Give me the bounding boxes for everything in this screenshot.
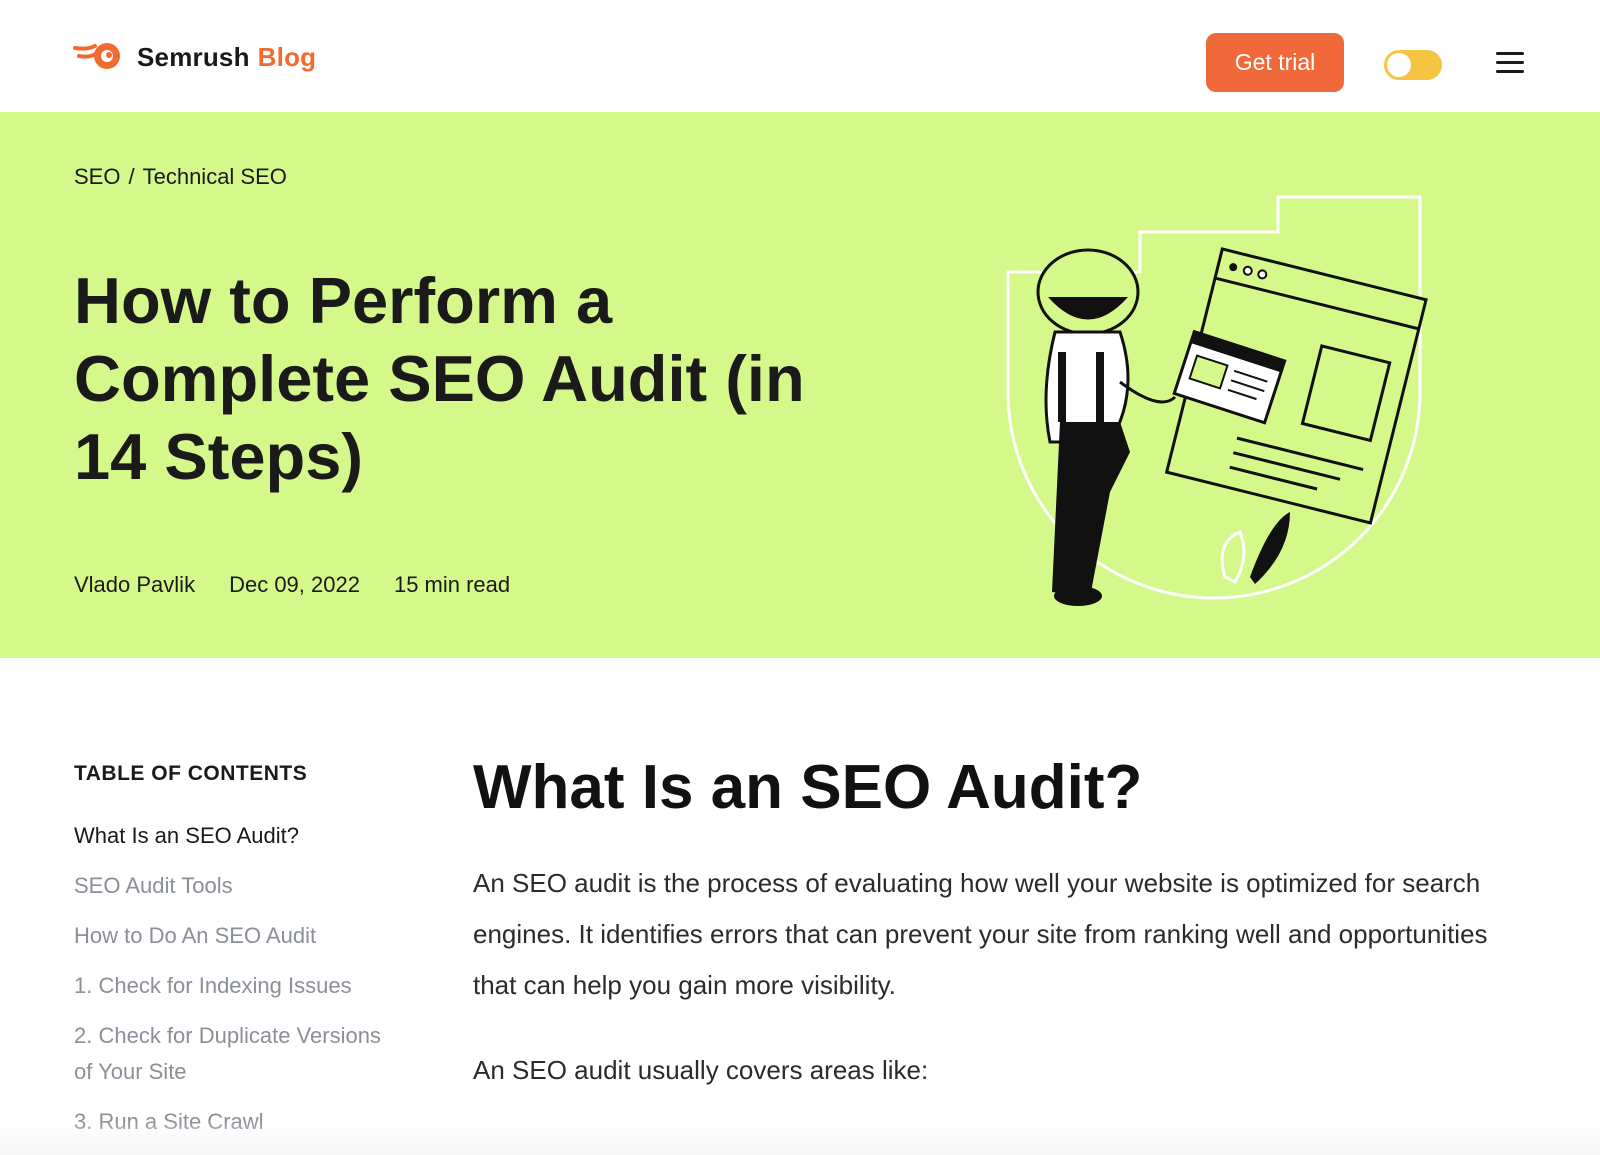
- breadcrumb: SEO / Technical SEO: [74, 164, 287, 190]
- page-title: How to Perform a Complete SEO Audit (in …: [74, 264, 805, 493]
- toggle-knob: [1387, 53, 1411, 77]
- author-name[interactable]: Vlado Pavlik: [74, 572, 195, 598]
- section-heading: What Is an SEO Audit?: [473, 753, 1143, 822]
- article-meta: Vlado Pavlik Dec 09, 2022 15 min read: [74, 572, 544, 598]
- toc-item-how-to-do[interactable]: How to Do An SEO Audit: [74, 918, 404, 954]
- article-body: What Is an SEO Audit? An SEO audit is th…: [473, 748, 1533, 1130]
- semrush-logo-icon: [73, 43, 120, 69]
- toc-title: TABLE OF CONTENTS: [74, 762, 308, 785]
- paragraph-definition: An SEO audit is the process of evaluatin…: [473, 868, 1488, 1000]
- toc-item-what-is-seo-audit[interactable]: What Is an SEO Audit?: [74, 818, 404, 854]
- bottom-fade: [0, 1120, 1600, 1155]
- hero-banner: SEO / Technical SEO How to Perform a Com…: [0, 112, 1600, 658]
- theme-toggle[interactable]: [1384, 50, 1442, 80]
- breadcrumb-technical-seo[interactable]: Technical SEO: [143, 164, 287, 190]
- toc-item-duplicate-versions[interactable]: 2. Check for Duplicate Versions of Your …: [74, 1018, 404, 1090]
- breadcrumb-seo[interactable]: SEO: [74, 164, 120, 190]
- toc-item-indexing-issues[interactable]: 1. Check for Indexing Issues: [74, 968, 404, 1004]
- logo-wordmark: Semrush Blog: [137, 41, 317, 72]
- semrush-blog-logo[interactable]: Semrush Blog: [73, 40, 316, 74]
- publish-date: Dec 09, 2022: [229, 572, 360, 597]
- hamburger-icon[interactable]: [1496, 52, 1524, 76]
- toc-item-seo-audit-tools[interactable]: SEO Audit Tools: [74, 868, 404, 904]
- table-of-contents: TABLE OF CONTENTS What Is an SEO Audit? …: [74, 762, 404, 1154]
- logo-accent: Blog: [257, 41, 317, 72]
- site-header: Semrush Blog Get trial: [0, 0, 1600, 112]
- breadcrumb-separator: /: [128, 164, 135, 189]
- hero-illustration: [1006, 195, 1428, 606]
- get-trial-button[interactable]: Get trial: [1206, 33, 1344, 92]
- paragraph-areas-intro: An SEO audit usually covers areas like:: [473, 1055, 929, 1085]
- read-time: 15 min read: [393, 572, 511, 597]
